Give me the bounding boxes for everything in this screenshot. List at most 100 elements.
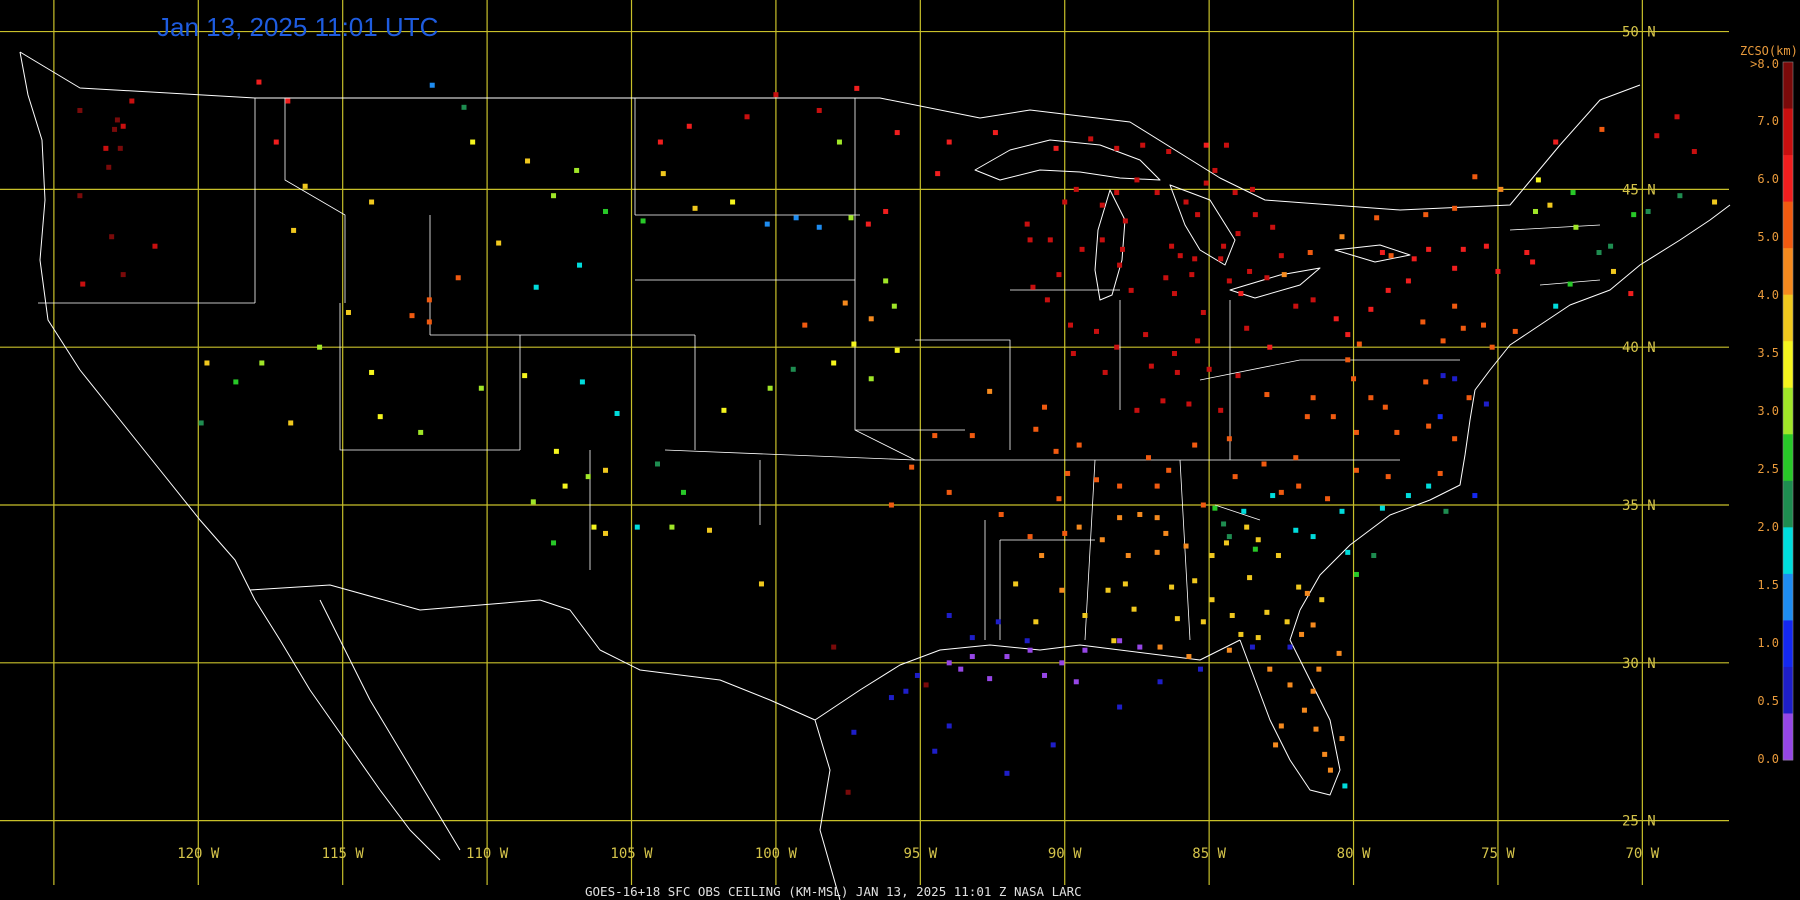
station-marker — [730, 199, 736, 205]
station-marker — [836, 139, 842, 145]
lat-label: 30 N — [1622, 656, 1656, 672]
station-marker — [603, 208, 609, 214]
station-marker — [1079, 246, 1085, 252]
station-marker — [831, 644, 837, 650]
station-marker — [1171, 351, 1177, 357]
station-marker — [1313, 726, 1319, 732]
scale-label: 6.0 — [1757, 172, 1779, 186]
station-marker — [1148, 363, 1154, 369]
station-marker — [868, 376, 874, 382]
station-marker — [1218, 256, 1224, 262]
station-marker — [1411, 256, 1417, 262]
station-marker — [551, 540, 557, 546]
station-marker — [1244, 524, 1250, 530]
product-footer: GOES-16+18 SFC OBS CEILING (KM-MSL) JAN … — [585, 884, 1082, 899]
station-marker — [1117, 483, 1123, 489]
station-marker — [418, 429, 424, 435]
station-marker — [1192, 256, 1198, 262]
station-marker — [744, 114, 750, 120]
station-marker — [1278, 723, 1284, 729]
station-marker — [1195, 212, 1201, 218]
station-marker — [1712, 199, 1718, 205]
station-marker — [1628, 291, 1634, 297]
station-marker — [429, 82, 435, 88]
station-marker — [1166, 467, 1172, 473]
station-marker — [1221, 243, 1227, 249]
station-marker — [1356, 341, 1362, 347]
station-marker — [1062, 199, 1068, 205]
station-marker — [1056, 272, 1062, 278]
station-marker — [106, 164, 112, 170]
station-marker — [1281, 272, 1287, 278]
scale-label: 3.0 — [1757, 404, 1779, 418]
station-marker — [1420, 319, 1426, 325]
station-marker — [1524, 250, 1530, 256]
station-marker — [129, 98, 135, 104]
station-marker — [932, 433, 938, 439]
station-marker — [1111, 638, 1117, 644]
station-marker — [1235, 373, 1241, 379]
scale-header: ZCSO(km) — [1740, 44, 1798, 58]
station-marker — [80, 281, 86, 287]
station-marker — [1249, 644, 1255, 650]
station-marker — [1247, 575, 1253, 581]
station-marker — [1027, 237, 1033, 243]
station-marker — [1452, 376, 1458, 382]
station-marker — [1677, 193, 1683, 199]
station-marker — [1024, 221, 1030, 227]
station-marker — [1122, 218, 1128, 224]
station-marker — [1027, 534, 1033, 540]
station-marker — [1275, 553, 1281, 559]
lon-label: 105 W — [610, 846, 653, 862]
station-marker — [1117, 638, 1123, 644]
station-marker — [1596, 250, 1602, 256]
station-marker — [1599, 126, 1605, 132]
station-marker — [946, 723, 952, 729]
station-marker — [1122, 581, 1128, 587]
station-marker — [551, 193, 557, 199]
station-marker — [946, 489, 952, 495]
station-marker — [851, 341, 857, 347]
station-marker — [1691, 149, 1697, 155]
station-marker — [1426, 483, 1432, 489]
station-marker — [1114, 145, 1120, 151]
station-marker — [1252, 212, 1258, 218]
scale-label: 7.0 — [1757, 114, 1779, 128]
station-marker — [1226, 534, 1232, 540]
station-marker — [1336, 650, 1342, 656]
station-marker — [1192, 442, 1198, 448]
station-marker — [1099, 202, 1105, 208]
station-marker — [233, 379, 239, 385]
station-marker — [845, 789, 851, 795]
station-marker — [883, 208, 889, 214]
station-marker — [1423, 212, 1429, 218]
station-marker — [1134, 177, 1140, 183]
station-marker — [533, 284, 539, 290]
station-marker — [1209, 553, 1215, 559]
station-marker — [692, 205, 698, 211]
station-marker — [496, 240, 502, 246]
station-marker — [992, 130, 998, 136]
station-marker — [1481, 322, 1487, 328]
station-marker — [1371, 553, 1377, 559]
lon-label: 120 W — [177, 846, 220, 862]
station-marker — [1270, 493, 1276, 499]
station-marker — [1221, 521, 1227, 527]
station-marker — [706, 527, 712, 533]
station-marker — [1264, 609, 1270, 615]
station-marker — [1232, 474, 1238, 480]
station-marker — [369, 369, 375, 375]
station-marker — [1567, 281, 1573, 287]
scale-segment — [1783, 620, 1793, 668]
scale-label: 0.5 — [1757, 694, 1779, 708]
station-marker — [1157, 679, 1163, 685]
station-marker — [1082, 612, 1088, 618]
station-marker — [1512, 328, 1518, 334]
lat-label: 35 N — [1622, 498, 1656, 514]
station-marker — [522, 373, 528, 379]
station-marker — [1076, 442, 1082, 448]
station-marker — [1004, 654, 1010, 660]
station-marker — [1532, 208, 1538, 214]
station-marker — [112, 126, 118, 132]
station-marker — [1206, 366, 1212, 372]
